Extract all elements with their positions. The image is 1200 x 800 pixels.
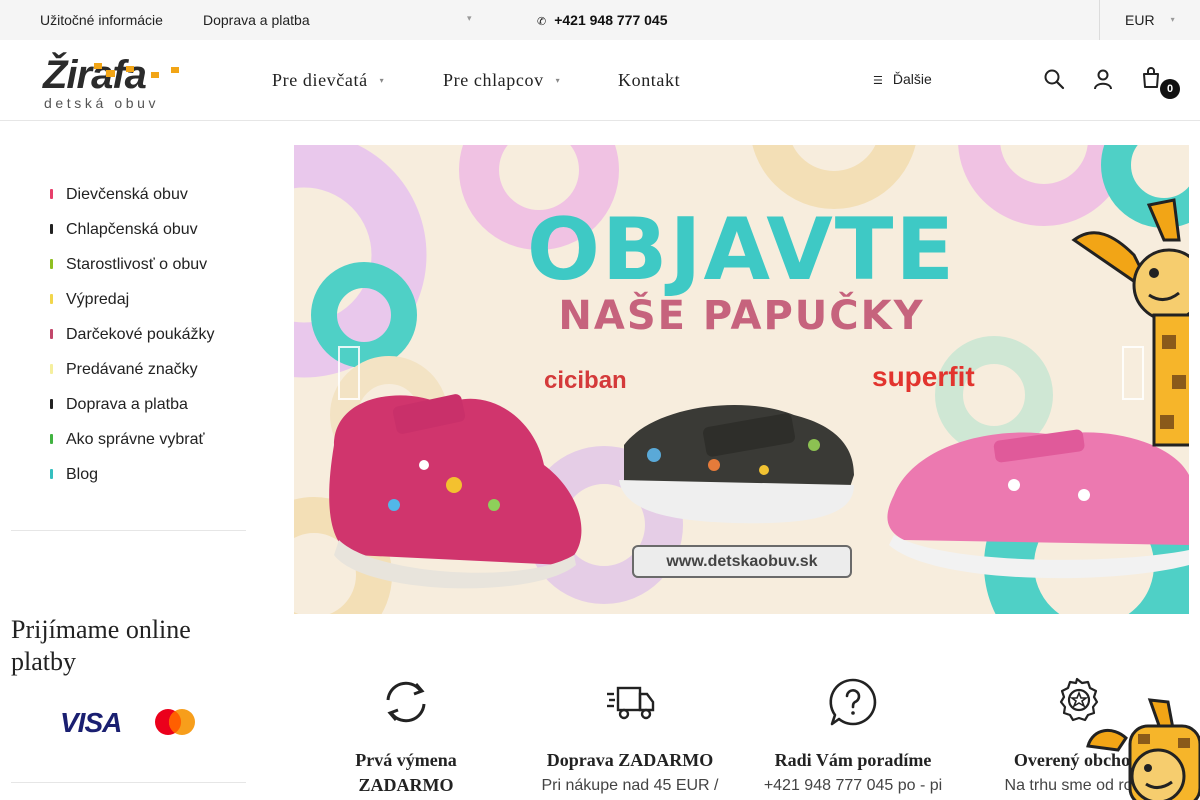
bullet-icon <box>50 294 53 304</box>
chevron-down-icon: ▾ <box>1170 15 1175 24</box>
bullet-icon <box>50 469 53 479</box>
more-menu-label: Ďalšie <box>892 71 932 87</box>
feature-description: +421 948 777 045 po - pi <box>763 777 943 794</box>
category-item-girls-shoes[interactable]: Dievčenská obuv <box>50 186 260 221</box>
category-item-gift-vouchers[interactable]: Darčekové poukážky <box>50 326 260 361</box>
feature-free-shipping: Doprava ZADARMO Pri nákupe nad 45 EUR / <box>530 676 730 797</box>
truck-icon <box>607 686 655 720</box>
category-item-how-to-choose[interactable]: Ako správne vybrať <box>50 431 260 466</box>
nav-boys-label: Pre chlapcov <box>443 70 544 90</box>
bullet-icon <box>50 329 53 339</box>
category-menu: Dievčenská obuv Chlapčenská obuv Starost… <box>50 186 260 501</box>
payments-heading: Prijímame online platby <box>11 615 191 676</box>
giraffe-chat-widget[interactable] <box>1078 698 1200 800</box>
logo[interactable]: Žirafa detská obuv <box>40 50 200 112</box>
svg-text:detská obuv: detská obuv <box>44 95 159 111</box>
slider-next-button[interactable] <box>1122 346 1144 400</box>
visa-logo: VISA <box>60 707 122 738</box>
phone-contact[interactable]: ✆ +421 948 777 045 <box>537 12 668 28</box>
currency-value: EUR <box>1125 12 1155 28</box>
category-item-sale[interactable]: Výpredaj <box>50 291 260 326</box>
banner-subtitle: NAŠE PAPUČKY <box>558 293 925 339</box>
more-links-arrow-icon[interactable]: ▾ <box>467 13 472 24</box>
cart-icon[interactable] <box>1140 66 1162 90</box>
category-item-shoe-care[interactable]: Starostlivosť o obuv <box>50 256 260 291</box>
menu-icon: ☰ <box>873 75 883 87</box>
main-header: Žirafa detská obuv Pre dievčatá ▾ Pre chl… <box>0 40 1200 121</box>
question-bubble-icon <box>829 678 877 726</box>
sidebar-divider <box>11 782 246 783</box>
cart-count-badge: 0 <box>1160 79 1180 99</box>
nav-girls[interactable]: Pre dievčatá ▾ <box>272 70 384 91</box>
bullet-icon <box>50 259 53 269</box>
bullet-icon <box>50 364 53 374</box>
category-item-shipping[interactable]: Doprava a platba <box>50 396 260 431</box>
bullet-icon <box>50 189 53 199</box>
sidebar-divider <box>11 530 246 531</box>
bullet-icon <box>50 224 53 234</box>
feature-title: Prvá výmena ZADARMO <box>355 750 457 795</box>
brand-logo-ciciban: ciciban <box>544 367 627 394</box>
user-icon[interactable] <box>1092 68 1114 92</box>
category-item-boys-shoes[interactable]: Chlapčenská obuv <box>50 221 260 256</box>
bullet-icon <box>50 399 53 409</box>
more-menu[interactable]: ☰ Ďalšie <box>873 71 932 87</box>
slider-prev-button[interactable] <box>338 346 360 400</box>
currency-divider <box>1099 0 1100 40</box>
refresh-icon <box>386 681 426 723</box>
currency-selector[interactable]: EUR ▾ <box>1125 12 1175 28</box>
feature-advice: Radi Vám poradíme +421 948 777 045 po - … <box>753 676 953 797</box>
nav-contact[interactable]: Kontakt <box>618 70 680 91</box>
feature-description: Pri nákupe nad 45 EUR / <box>541 777 719 794</box>
banner-url: www.detskaobuv.sk <box>632 545 852 578</box>
feature-title: Doprava ZADARMO <box>546 750 714 770</box>
chevron-down-icon: ▾ <box>555 76 561 85</box>
mastercard-logo <box>155 709 195 735</box>
feature-first-exchange: Prvá výmena ZADARMO <box>306 676 506 798</box>
banner-title: OBJAVTE <box>526 200 957 300</box>
top-bar: Užitočné informácie Doprava a platba ▾ ✆… <box>0 0 1200 40</box>
category-item-blog[interactable]: Blog <box>50 466 260 501</box>
nav-girls-label: Pre dievčatá <box>272 70 368 90</box>
chevron-down-icon: ▾ <box>379 76 385 85</box>
search-icon[interactable] <box>1043 68 1065 92</box>
brand-logo-superfit: superfit <box>872 361 975 392</box>
phone-icon: ✆ <box>537 16 547 28</box>
category-item-brands[interactable]: Predávané značky <box>50 361 260 396</box>
shipping-payment-link[interactable]: Doprava a platba <box>203 12 310 28</box>
phone-number: +421 948 777 045 <box>554 12 668 28</box>
bullet-icon <box>50 434 53 444</box>
nav-boys[interactable]: Pre chlapcov ▾ <box>443 70 560 91</box>
svg-text:Žirafa: Žirafa <box>42 51 147 97</box>
hero-banner[interactable]: OBJAVTE NAŠE PAPUČKY ciciban superfit ww… <box>294 145 1189 614</box>
useful-info-link[interactable]: Užitočné informácie <box>40 12 163 28</box>
feature-title: Radi Vám poradíme <box>774 750 932 770</box>
